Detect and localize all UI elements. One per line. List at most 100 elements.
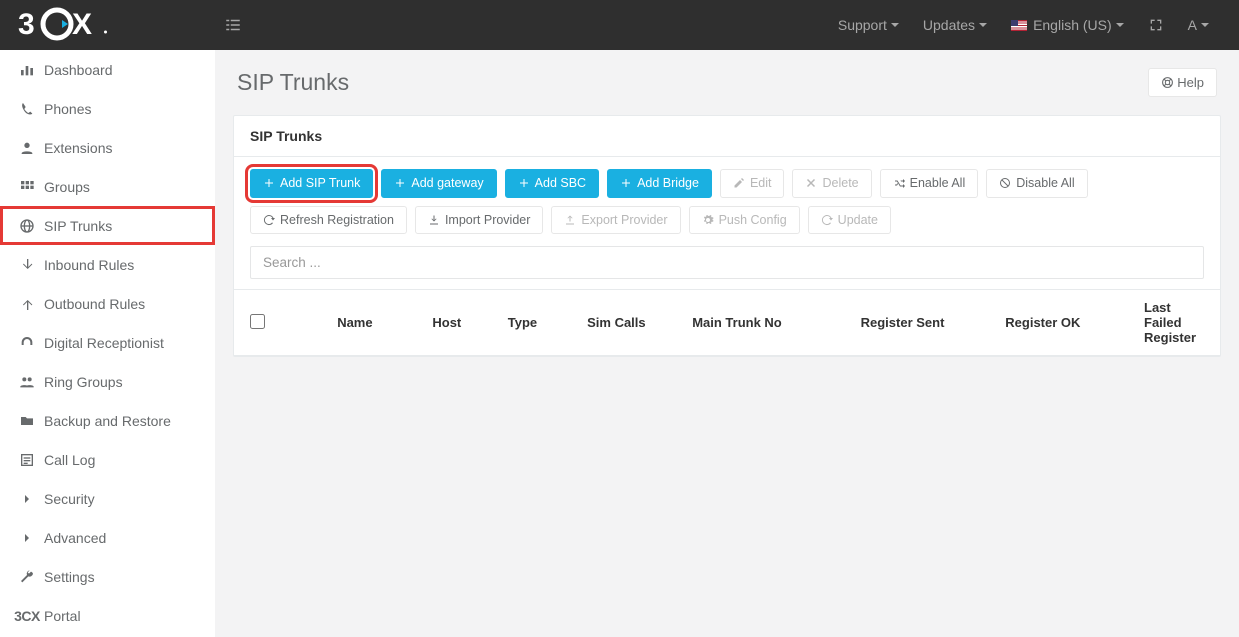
page-title: SIP Trunks [237, 69, 349, 96]
ban-icon [999, 177, 1011, 189]
updates-label: Updates [923, 17, 975, 33]
sidebar-item-inbound-rules[interactable]: Inbound Rules [0, 245, 215, 284]
shuffle-icon [893, 177, 905, 189]
globe-icon [10, 218, 44, 234]
chevron-right-icon [10, 530, 44, 546]
user-menu[interactable]: A [1176, 0, 1221, 50]
button-label: Add gateway [411, 177, 483, 190]
expand-icon [1148, 17, 1164, 33]
sidebar-item-digital-receptionist[interactable]: Digital Receptionist [0, 323, 215, 362]
edit-button[interactable]: Edit [720, 169, 785, 198]
update-button[interactable]: Update [808, 206, 891, 235]
sidebar-item-label: Call Log [44, 452, 95, 468]
sidebar-item-extensions[interactable]: Extensions [0, 128, 215, 167]
x-icon [805, 177, 817, 189]
col-register-ok[interactable]: Register OK [997, 315, 1136, 330]
sidebar-item-security[interactable]: Security [0, 479, 215, 518]
sidebar: Dashboard Phones Extensions Groups SIP T… [0, 50, 215, 637]
grid-icon [10, 179, 44, 195]
user-letter: A [1188, 17, 1197, 33]
add-bridge-button[interactable]: Add Bridge [607, 169, 712, 198]
sidebar-item-label: Digital Receptionist [44, 335, 164, 351]
search-row [234, 246, 1220, 289]
export-provider-button[interactable]: Export Provider [551, 206, 680, 235]
button-label: Delete [822, 177, 858, 190]
col-main-trunk-no[interactable]: Main Trunk No [684, 315, 852, 330]
button-label: Edit [750, 177, 772, 190]
search-input[interactable] [250, 246, 1204, 279]
push-config-button[interactable]: Push Config [689, 206, 800, 235]
import-provider-button[interactable]: Import Provider [415, 206, 543, 235]
button-label: Add Bridge [637, 177, 699, 190]
sidebar-item-phones[interactable]: Phones [0, 89, 215, 128]
language-menu[interactable]: English (US) [999, 0, 1136, 50]
sidebar-item-dashboard[interactable]: Dashboard [0, 50, 215, 89]
button-label: Push Config [719, 214, 787, 227]
button-label: Disable All [1016, 177, 1074, 190]
sidebar-item-sip-trunks[interactable]: SIP Trunks [0, 206, 215, 245]
sidebar-item-label: Ring Groups [44, 374, 123, 390]
disable-all-button[interactable]: Disable All [986, 169, 1087, 198]
col-type[interactable]: Type [500, 315, 579, 330]
phone-icon [10, 101, 44, 117]
sidebar-item-label: Extensions [44, 140, 112, 156]
pencil-icon [733, 177, 745, 189]
portal-logo-icon: 3CX [10, 608, 44, 624]
enable-all-button[interactable]: Enable All [880, 169, 979, 198]
fullscreen-button[interactable] [1136, 0, 1176, 50]
sidebar-item-ring-groups[interactable]: Ring Groups [0, 362, 215, 401]
dashboard-icon [10, 62, 44, 78]
sip-trunks-panel: SIP Trunks Add SIP Trunk Add gateway Add… [233, 115, 1221, 357]
plus-icon [394, 177, 406, 189]
us-flag-icon [1011, 20, 1027, 31]
add-sip-trunk-button[interactable]: Add SIP Trunk [250, 169, 373, 198]
button-label: Import Provider [445, 214, 530, 227]
button-label: Update [838, 214, 878, 227]
col-host[interactable]: Host [424, 315, 499, 330]
add-gateway-button[interactable]: Add gateway [381, 169, 496, 198]
arrow-down-icon [10, 257, 44, 273]
sidebar-item-advanced[interactable]: Advanced [0, 518, 215, 557]
refresh-registration-button[interactable]: Refresh Registration [250, 206, 407, 235]
col-register-sent[interactable]: Register Sent [853, 315, 998, 330]
download-icon [428, 214, 440, 226]
refresh-icon [263, 214, 275, 226]
refresh-icon [821, 214, 833, 226]
sidebar-item-outbound-rules[interactable]: Outbound Rules [0, 284, 215, 323]
col-last-failed-register[interactable]: Last Failed Register [1136, 300, 1204, 345]
sidebar-item-label: Advanced [44, 530, 106, 546]
sidebar-item-label: Portal [44, 608, 81, 624]
chevron-right-icon [10, 491, 44, 507]
plus-icon [263, 177, 275, 189]
users-icon [10, 374, 44, 390]
add-sbc-button[interactable]: Add SBC [505, 169, 599, 198]
toggle-sidebar-button[interactable] [218, 0, 248, 50]
gear-icon [702, 214, 714, 226]
button-label: Refresh Registration [280, 214, 394, 227]
button-label: Export Provider [581, 214, 667, 227]
sidebar-item-label: Inbound Rules [44, 257, 134, 273]
help-button[interactable]: Help [1148, 68, 1217, 97]
col-sim-calls[interactable]: Sim Calls [579, 315, 684, 330]
support-menu[interactable]: Support [826, 0, 911, 50]
sidebar-item-groups[interactable]: Groups [0, 167, 215, 206]
delete-button[interactable]: Delete [792, 169, 871, 198]
updates-menu[interactable]: Updates [911, 0, 999, 50]
plus-icon [518, 177, 530, 189]
sidebar-item-label: Backup and Restore [44, 413, 171, 429]
col-name[interactable]: Name [329, 315, 424, 330]
sidebar-item-label: Phones [44, 101, 91, 117]
select-all-checkbox[interactable] [250, 314, 265, 329]
menu-icon [224, 16, 242, 34]
logo-3cx: 3 X [18, 5, 118, 45]
button-label: Add SIP Trunk [280, 177, 360, 190]
sidebar-item-portal[interactable]: 3CXPortal [0, 596, 215, 635]
sidebar-item-settings[interactable]: Settings [0, 557, 215, 596]
page-header: SIP Trunks Help [215, 50, 1239, 115]
main-content: SIP Trunks Help SIP Trunks Add SIP Trunk… [215, 50, 1239, 637]
button-label: Add SBC [535, 177, 586, 190]
sidebar-item-backup-restore[interactable]: Backup and Restore [0, 401, 215, 440]
select-all-cell [250, 314, 329, 332]
arrow-up-icon [10, 296, 44, 312]
sidebar-item-call-log[interactable]: Call Log [0, 440, 215, 479]
